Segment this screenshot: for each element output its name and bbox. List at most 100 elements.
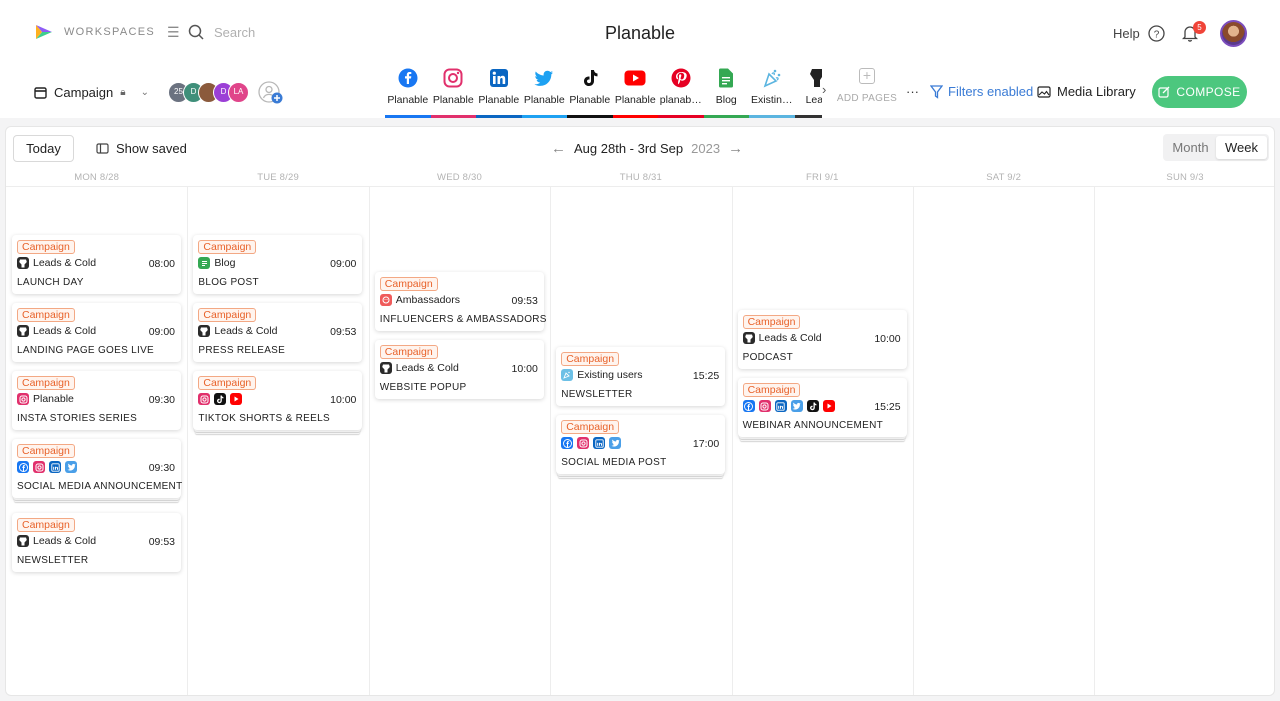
leads-icon	[17, 257, 29, 269]
media-library-label: Media Library	[1057, 84, 1136, 99]
page-label: planab…	[659, 94, 702, 106]
page-tab[interactable]: Planable	[567, 66, 613, 118]
post-card[interactable]: Campaign Existing users 15:25 NEWSLETTER	[556, 347, 726, 406]
leads-icon	[379, 362, 392, 374]
media-library-button[interactable]: Media Library	[1037, 84, 1136, 99]
post-time: 09:53	[148, 536, 175, 548]
arrow-left-icon[interactable]: ←	[551, 140, 566, 157]
post-accounts: Planable	[17, 393, 74, 405]
help-icon: ?	[1148, 25, 1165, 42]
week-view-button[interactable]: Week	[1216, 136, 1267, 159]
page-tab[interactable]: Planable	[612, 66, 658, 118]
day-column-divider	[731, 186, 733, 695]
post-time: 17:00	[692, 438, 720, 450]
page-color-bar	[385, 115, 431, 118]
instagram-icon	[431, 66, 477, 90]
page-tab[interactable]: Planable	[476, 66, 522, 118]
page-tab[interactable]: Planable	[521, 66, 567, 118]
leads-icon	[17, 535, 29, 547]
page-color-bar	[521, 115, 567, 118]
page-label: Blog	[715, 94, 737, 106]
chevron-right-icon[interactable]: ›	[822, 82, 826, 97]
more-button[interactable]: ···	[906, 84, 919, 99]
help-button[interactable]: Help ?	[1113, 25, 1165, 42]
post-title: SOCIAL MEDIA POST	[561, 457, 667, 468]
help-label: Help	[1113, 26, 1140, 41]
collaborator-avatars[interactable]: 25 D D LA	[168, 82, 249, 103]
page-tab[interactable]: Planable	[430, 66, 477, 118]
day-header: MON 8/28	[74, 172, 120, 183]
instagram-icon	[577, 437, 590, 449]
post-card[interactable]: Campaign Ambassadors 09:53 INFLUENCERS & AM…	[374, 272, 546, 331]
page-label: Planable	[569, 94, 611, 106]
date-range-label: Aug 28th - 3rd Sep	[574, 141, 684, 156]
avatar[interactable]: LA	[228, 82, 249, 103]
instagram-icon	[198, 393, 211, 405]
add-user-icon[interactable]	[258, 81, 284, 105]
top-bar: WORKSPACES ☰ Search Planable Help ? 5 Ca…	[0, 0, 1280, 118]
page-color-bar	[658, 115, 704, 118]
page-title: Planable	[604, 23, 676, 43]
filters-button[interactable]: Filters enabled	[930, 84, 1033, 99]
today-button[interactable]: Today	[13, 135, 74, 162]
leads-icon	[198, 325, 211, 337]
add-pages-button[interactable]: + ADD PAGES	[836, 68, 898, 104]
post-card[interactable]: Campaign 10:00 TIKTOK SHORTS & REELS	[193, 371, 363, 430]
post-time: 09:30	[148, 462, 175, 474]
post-card[interactable]: Campaign Leads & Cold 09:53 PRESS RELEASE	[193, 303, 363, 362]
post-card[interactable]: Campaign Leads & Cold 10:00 PODCAST	[737, 310, 907, 369]
compose-button[interactable]: COMPOSE	[1152, 76, 1247, 108]
campaign-tag: Campaign	[198, 240, 257, 254]
post-card[interactable]: Campaign 09:30 SOCIAL MEDIA ANNOUNCEMENT	[12, 439, 183, 498]
post-accounts	[742, 400, 835, 412]
instagram-icon	[33, 461, 45, 473]
show-saved-toggle[interactable]: Show saved	[96, 141, 187, 156]
post-card[interactable]: Campaign 15:25 WEBINAR ANNOUNCEMENT	[737, 378, 907, 437]
campaign-tag: Campaign	[561, 420, 620, 434]
facebook-icon	[742, 400, 755, 412]
day-column-divider	[550, 186, 552, 695]
post-time: 09:53	[330, 326, 357, 338]
post-card[interactable]: Campaign Blog 09:00 BLOG POST	[193, 235, 363, 294]
post-card[interactable]: Campaign Leads & Cold 09:53 NEWSLETTER	[12, 513, 181, 572]
month-view-button[interactable]: Month	[1165, 136, 1216, 159]
post-time: 08:00	[148, 258, 175, 270]
twitter-icon	[65, 461, 77, 473]
account-name: Planable	[33, 393, 74, 405]
divider	[6, 186, 1274, 187]
page-tab[interactable]: Blog	[703, 66, 749, 118]
facebook-icon	[17, 461, 29, 473]
post-title: WEBINAR ANNOUNCEMENT	[742, 420, 884, 431]
page-tab[interactable]: Lead	[794, 66, 822, 118]
account-name: Leads & Cold	[33, 535, 97, 547]
tiktok-icon	[214, 393, 227, 405]
post-title: LAUNCH DAY	[17, 277, 84, 288]
post-card[interactable]: Campaign Leads & Cold 10:00 WEBSITE POPUP	[374, 340, 544, 399]
post-card[interactable]: Campaign 17:00 SOCIAL MEDIA POST	[556, 415, 726, 474]
linkedin-icon	[593, 437, 606, 449]
page-tab[interactable]: planab…	[658, 66, 704, 118]
instagram-icon	[17, 393, 29, 405]
account-name: Leads & Cold	[214, 325, 278, 337]
tiktok-icon	[567, 66, 613, 90]
page-tab[interactable]: Existin…	[749, 66, 795, 118]
tiktok-icon	[806, 400, 819, 412]
post-card[interactable]: Campaign Planable 09:30 INSTA STORIES SERIE…	[12, 371, 181, 430]
user-avatar[interactable]	[1220, 20, 1247, 47]
filters-label: Filters enabled	[948, 84, 1034, 99]
page-color-bar	[794, 115, 822, 118]
view-toggle: Month Week	[1163, 134, 1269, 161]
post-card[interactable]: Campaign Leads & Cold 09:00 LANDING PAGE GO…	[12, 303, 181, 362]
arrow-right-icon[interactable]: →	[728, 140, 743, 157]
add-pages-label: ADD PAGES	[836, 93, 898, 104]
campaign-tag: Campaign	[17, 308, 75, 322]
post-card[interactable]: Campaign Leads & Cold 08:00 LAUNCH DAY	[12, 235, 181, 294]
chevron-down-icon[interactable]: ⌄	[141, 87, 149, 98]
post-time: 15:25	[874, 401, 901, 413]
post-title: SOCIAL MEDIA ANNOUNCEMENT	[17, 481, 183, 492]
day-header: TUE 8/29	[257, 172, 299, 183]
account-name: Leads & Cold	[395, 362, 459, 374]
campaign-selector[interactable]: Campaign 🔒︎ ⌄	[34, 85, 149, 100]
page-tab[interactable]: Planable	[385, 66, 431, 118]
campaign-tag: Campaign	[742, 315, 801, 329]
